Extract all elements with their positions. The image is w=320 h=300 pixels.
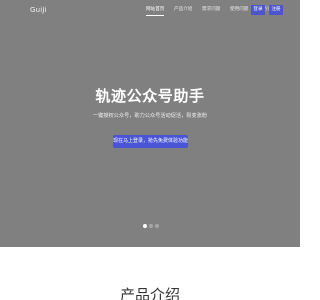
nav-item-usage[interactable]: 使用问题 bbox=[230, 5, 248, 15]
section-title: 产品介绍 bbox=[119, 286, 180, 300]
site-logo[interactable]: GuiJi bbox=[30, 5, 47, 15]
hero-subtitle: 一键授权公众号，助力公众号活动促活，裂变涨粉 bbox=[92, 113, 208, 119]
carousel-dot[interactable] bbox=[155, 224, 159, 228]
nav-item-home[interactable]: 网站首页 bbox=[146, 5, 165, 16]
register-button[interactable]: 注册 bbox=[269, 5, 283, 15]
page: GuiJi 网站首页 产品介绍 需求问题 使用问题 服务协议 登录 注册 轨迹公… bbox=[0, 0, 300, 300]
cta-button[interactable]: 现在马上登录，抢先免费体验功能 bbox=[113, 135, 188, 148]
hero-title: 轨迹公众号助手 bbox=[95, 87, 205, 105]
login-button[interactable]: 登录 bbox=[251, 5, 265, 15]
carousel-dot[interactable] bbox=[149, 224, 153, 228]
hero-banner: GuiJi 网站首页 产品介绍 需求问题 使用问题 服务协议 登录 注册 轨迹公… bbox=[0, 0, 300, 247]
nav-item-product[interactable]: 产品介绍 bbox=[174, 5, 192, 15]
nav-item-requirements[interactable]: 需求问题 bbox=[202, 5, 220, 15]
carousel-dot[interactable] bbox=[143, 224, 147, 228]
